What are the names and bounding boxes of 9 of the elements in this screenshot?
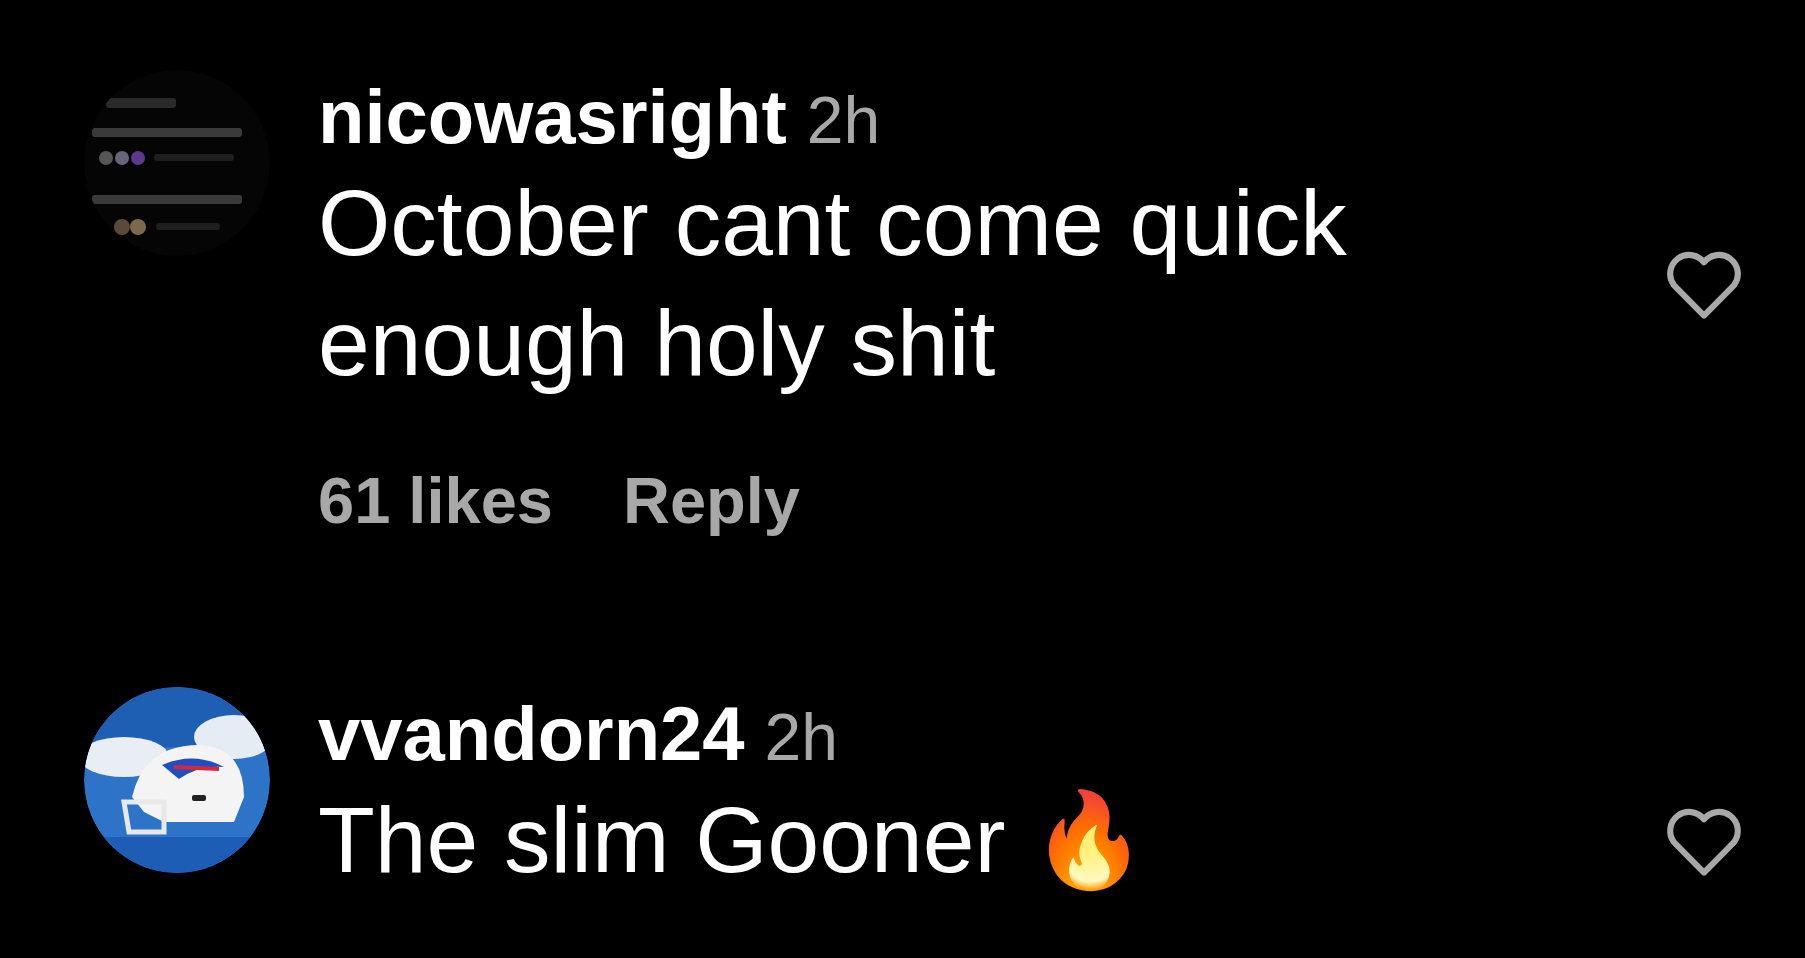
reply-link[interactable]: Reply [622, 461, 800, 541]
comment-text: enough holy shit [318, 290, 997, 397]
like-count: 61 likes [318, 463, 553, 539]
username[interactable]: nicowasright [318, 74, 787, 160]
comment-time: 2h [764, 699, 839, 776]
username[interactable]: vvandorn24 [318, 691, 745, 777]
comment-text: The slim Gooner 🔥 [318, 787, 1148, 894]
comment-time: 2h [806, 82, 881, 159]
comment-text: October cant come quick [318, 170, 1347, 277]
